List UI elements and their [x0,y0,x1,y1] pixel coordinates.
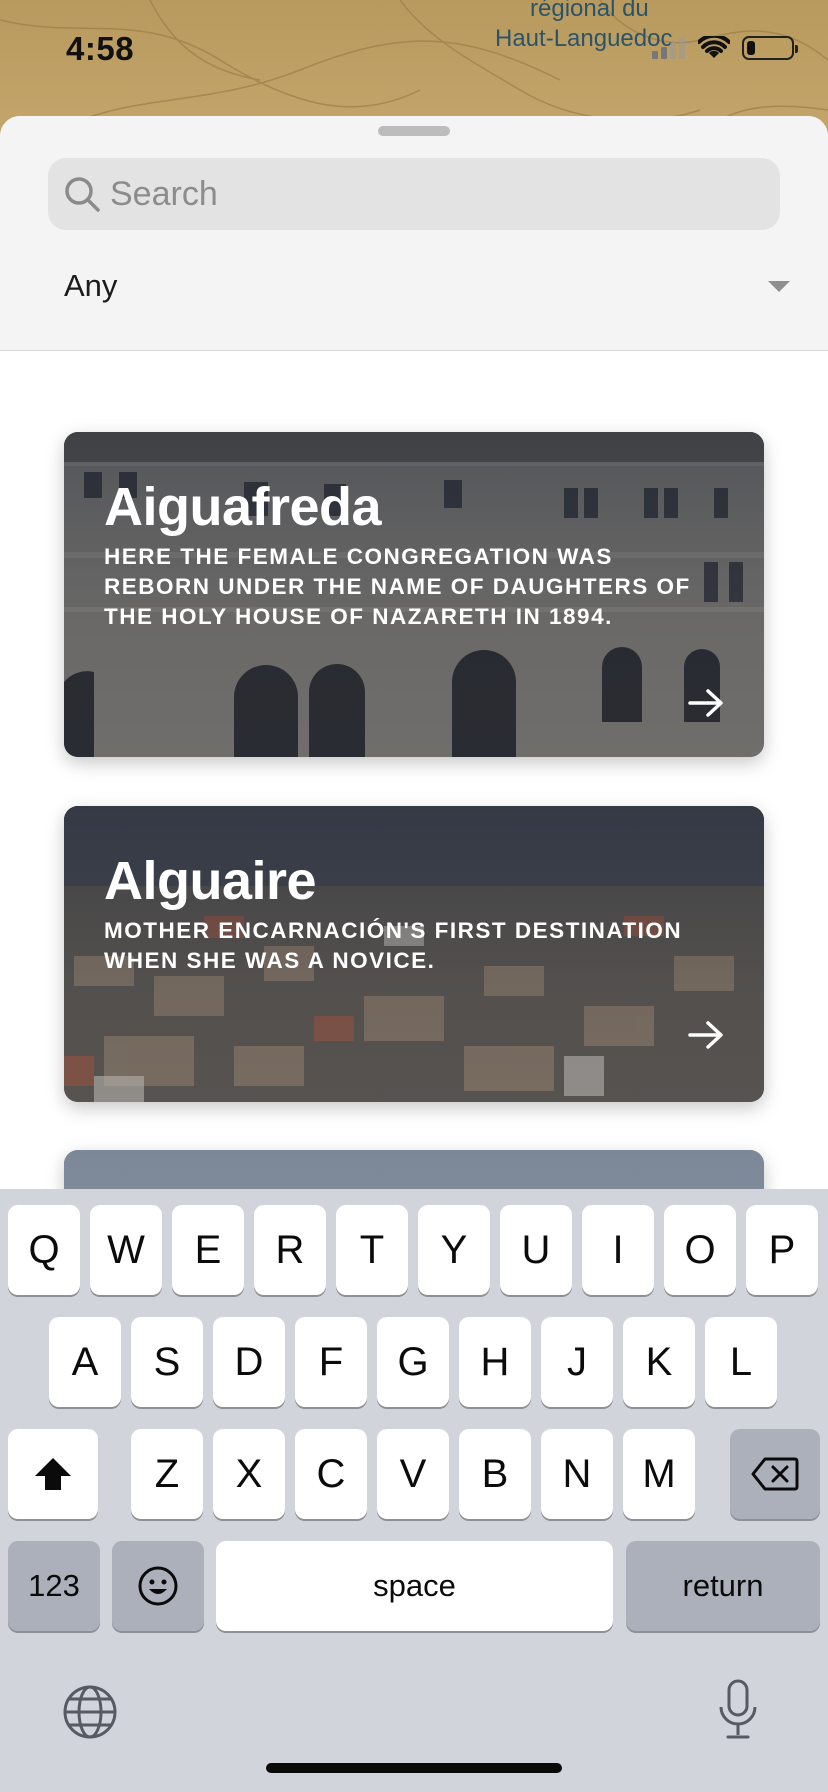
key-q[interactable]: Q [8,1205,80,1295]
battery-icon [742,36,798,60]
status-time: 4:58 [66,30,135,67]
key-s[interactable]: S [131,1317,203,1407]
card-title: Alguaire [104,851,317,911]
microphone-icon[interactable] [716,1679,760,1741]
key-u[interactable]: U [500,1205,572,1295]
globe-icon[interactable] [62,1684,118,1740]
location-card-alguaire[interactable]: Alguaire MOTHER ENCARNACIÓN'S FIRST DEST… [64,806,764,1102]
card-description: HERE THE FEMALE CONGREGATION WAS REBORN … [104,544,691,629]
key-c[interactable]: C [295,1429,367,1519]
emoji-icon [138,1566,178,1606]
key-z[interactable]: Z [131,1429,203,1519]
home-indicator[interactable] [266,1763,562,1773]
map-label: régional du [530,0,649,22]
key-o[interactable]: O [664,1205,736,1295]
sheet-header: Any [0,116,828,351]
key-y[interactable]: Y [418,1205,490,1295]
emoji-key[interactable] [112,1541,204,1631]
cellular-signal-icon [652,37,685,59]
card-title: Aiguafreda [104,477,382,537]
keyboard-row-3: Z X C V B N M [0,1429,828,1521]
wifi-icon [698,36,730,58]
key-r[interactable]: R [254,1205,326,1295]
key-j[interactable]: J [541,1317,613,1407]
key-p[interactable]: P [746,1205,818,1295]
search-icon [65,177,100,212]
chevron-down-icon [768,280,790,292]
key-w[interactable]: W [90,1205,162,1295]
key-x[interactable]: X [213,1429,285,1519]
arrow-right-icon[interactable] [688,1020,724,1050]
card-description: MOTHER ENCARNACIÓN'S FIRST DESTINATION W… [104,918,683,973]
shift-key[interactable] [8,1429,98,1519]
key-i[interactable]: I [582,1205,654,1295]
keyboard-row-1: Q W E R T Y U I O P [0,1205,828,1297]
map-label: Haut-Languedoc [495,25,673,52]
arrow-right-icon[interactable] [688,688,724,718]
key-b[interactable]: B [459,1429,531,1519]
filter-dropdown[interactable]: Any [0,251,828,321]
return-key[interactable]: return [626,1541,820,1631]
keyboard: Q W E R T Y U I O P A S D F G H J K L Z … [0,1189,828,1792]
key-g[interactable]: G [377,1317,449,1407]
key-m[interactable]: M [623,1429,695,1519]
shift-icon [35,1458,71,1490]
backspace-icon [751,1457,799,1491]
keyboard-row-2: A S D F G H J K L [0,1317,828,1409]
key-v[interactable]: V [377,1429,449,1519]
location-card-aiguafreda[interactable]: Aiguafreda HERE THE FEMALE CONGREGATION … [64,432,764,757]
key-t[interactable]: T [336,1205,408,1295]
sheet-grabber[interactable] [378,126,450,136]
key-n[interactable]: N [541,1429,613,1519]
filter-selected-value: Any [64,268,118,303]
key-e[interactable]: E [172,1205,244,1295]
key-a[interactable]: A [49,1317,121,1407]
key-h[interactable]: H [459,1317,531,1407]
keyboard-row-4: 123 space return [0,1541,828,1633]
backspace-key[interactable] [730,1429,820,1519]
space-key[interactable]: space [216,1541,613,1631]
key-l[interactable]: L [705,1317,777,1407]
key-d[interactable]: D [213,1317,285,1407]
search-bar[interactable] [48,158,780,230]
key-k[interactable]: K [623,1317,695,1407]
status-icons [652,36,798,60]
key-f[interactable]: F [295,1317,367,1407]
search-input[interactable] [110,174,710,214]
numbers-key[interactable]: 123 [8,1541,100,1631]
